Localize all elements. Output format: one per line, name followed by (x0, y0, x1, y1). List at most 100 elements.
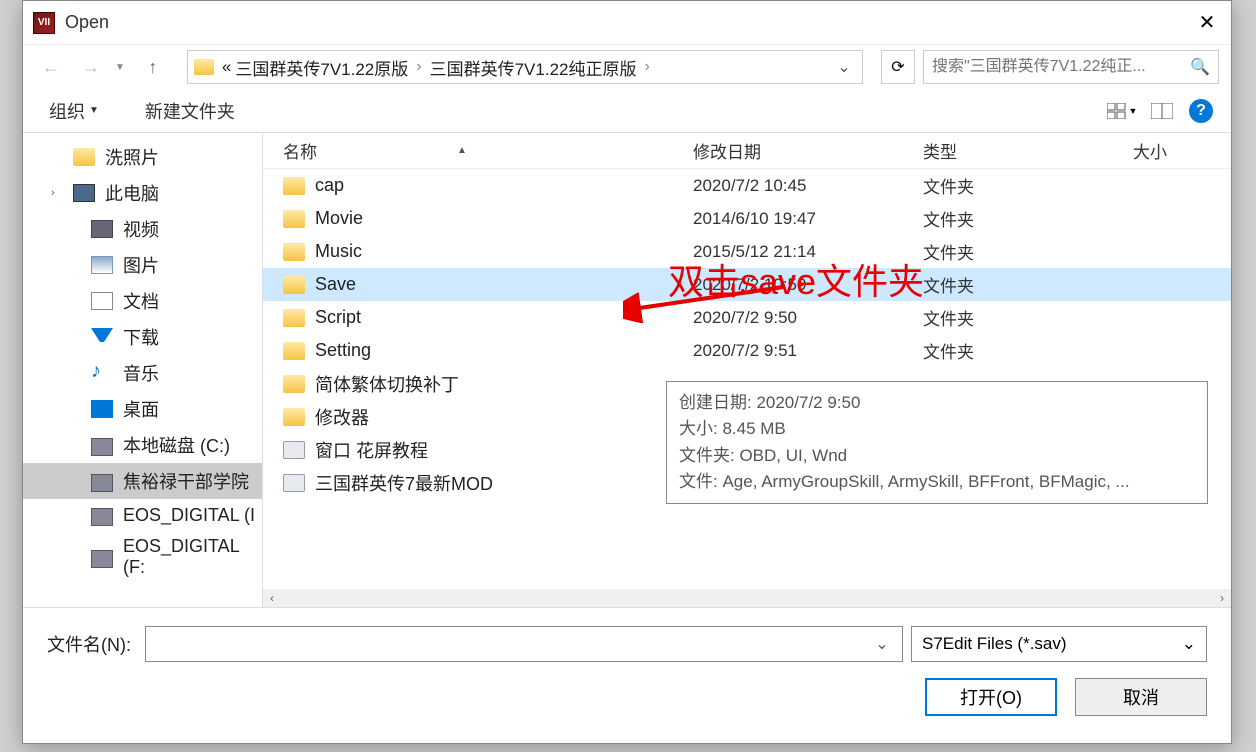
file-name: Setting (315, 340, 693, 361)
disk-icon (91, 438, 113, 456)
column-headers: 名称▲ 修改日期 类型 大小 (263, 133, 1231, 169)
file-date: 2020/7/2 10:45 (693, 176, 923, 196)
file-row[interactable]: Save2020/7/2 10:59文件夹 (263, 268, 1231, 301)
file-type: 文件夹 (923, 173, 1133, 198)
sidebar-item-label: 视频 (123, 216, 159, 242)
address-dropdown[interactable]: ⌄ (832, 57, 856, 77)
breadcrumb-overflow[interactable]: « (220, 55, 233, 79)
column-size[interactable]: 大小 (1133, 138, 1167, 163)
folder-icon (283, 309, 305, 327)
file-name: cap (315, 175, 693, 196)
file-type: 文件夹 (923, 239, 1133, 264)
search-box[interactable]: 🔍 (923, 50, 1219, 84)
folder-icon (283, 243, 305, 261)
sidebar-item-label: 焦裕禄干部学院 (123, 468, 249, 494)
sidebar-item[interactable]: ♪音乐 (23, 355, 262, 391)
chevron-down-icon[interactable]: ⌄ (870, 634, 894, 654)
breadcrumb-seg-2[interactable]: 三国群英传7V1.22纯正原版 (428, 53, 639, 82)
sidebar-item-label: 洗照片 (105, 144, 159, 170)
dl-icon (91, 328, 113, 346)
file-row[interactable]: Movie2014/6/10 19:47文件夹 (263, 202, 1231, 235)
file-date: 2014/6/10 19:47 (693, 209, 923, 229)
sidebar-item[interactable]: 文档 (23, 283, 262, 319)
file-type: 文件夹 (923, 206, 1133, 231)
folder-icon (194, 59, 214, 75)
desk-icon (91, 400, 113, 418)
sidebar-item-label: 桌面 (123, 396, 159, 422)
refresh-button[interactable]: ⟳ (881, 50, 915, 84)
folder-icon (283, 408, 305, 426)
folder-icon (73, 148, 95, 166)
back-button[interactable]: ← (35, 51, 67, 83)
file-date: 2015/5/12 21:14 (693, 242, 923, 262)
cancel-button[interactable]: 取消 (1075, 678, 1207, 716)
sort-asc-icon: ▲ (457, 145, 467, 156)
chevron-right-icon: › (410, 58, 427, 76)
body-area: 洗照片 ›此电脑视频图片文档下载♪音乐桌面本地磁盘 (C:) 焦裕禄干部学院 EOS_… (23, 133, 1231, 607)
up-button[interactable]: ↑ (137, 51, 169, 83)
new-folder-button[interactable]: 新建文件夹 (137, 94, 243, 128)
column-date[interactable]: 修改日期 (693, 138, 923, 163)
sidebar-item-label: EOS_DIGITAL (I (123, 505, 255, 526)
preview-pane-button[interactable] (1145, 96, 1179, 126)
file-type: 文件夹 (923, 272, 1133, 297)
window-title: Open (65, 12, 1183, 33)
pic-icon (91, 256, 113, 274)
file-row[interactable]: Setting2020/7/2 9:51文件夹 (263, 334, 1231, 367)
help-button[interactable]: ? (1189, 99, 1213, 123)
filename-input[interactable]: ⌄ (145, 626, 903, 662)
search-input[interactable] (932, 58, 1190, 76)
file-type-filter[interactable]: S7Edit Files (*.sav) ⌄ (911, 626, 1207, 662)
file-type: 文件夹 (923, 305, 1133, 330)
column-type[interactable]: 类型 (923, 138, 1133, 163)
breadcrumb-seg-1[interactable]: 三国群英传7V1.22原版 (233, 53, 410, 82)
sidebar-item[interactable]: 图片 (23, 247, 262, 283)
open-button[interactable]: 打开(O) (925, 678, 1057, 716)
file-row[interactable]: cap2020/7/2 10:45文件夹 (263, 169, 1231, 202)
music-icon: ♪ (91, 364, 113, 382)
file-name: Script (315, 307, 693, 328)
bottom-panel: 文件名(N): ⌄ S7Edit Files (*.sav) ⌄ 打开(O) 取… (23, 607, 1231, 734)
organize-menu[interactable]: 组织▼ (41, 94, 107, 128)
disk-icon (91, 508, 113, 526)
file-name: Music (315, 241, 693, 262)
sidebar-item[interactable]: 桌面 (23, 391, 262, 427)
file-list-area: 名称▲ 修改日期 类型 大小 cap2020/7/2 10:45文件夹Movie… (263, 133, 1231, 607)
sidebar-item[interactable]: EOS_DIGITAL (F: (23, 531, 262, 583)
column-name[interactable]: 名称▲ (283, 138, 693, 163)
sidebar-item[interactable]: 本地磁盘 (C:) (23, 427, 262, 463)
file-row[interactable]: Music2015/5/12 21:14文件夹 (263, 235, 1231, 268)
expand-icon: › (51, 187, 55, 199)
app-icon: VII (33, 12, 55, 34)
folder-icon (283, 342, 305, 360)
sidebar-item[interactable]: ›此电脑 (23, 175, 262, 211)
sidebar-item[interactable]: EOS_DIGITAL (I (23, 499, 262, 531)
disk-icon (91, 550, 113, 568)
view-options-button[interactable]: ▼ (1105, 96, 1139, 126)
folder-icon (283, 177, 305, 195)
filename-row: 文件名(N): ⌄ S7Edit Files (*.sav) ⌄ (47, 626, 1207, 662)
scroll-right-icon: › (1213, 591, 1231, 605)
sidebar-item-label: EOS_DIGITAL (F: (123, 536, 262, 578)
sidebar-item-label: 本地磁盘 (C:) (123, 432, 230, 458)
sidebar-item[interactable]: 洗照片 (23, 139, 262, 175)
refresh-icon: ⟳ (891, 57, 904, 77)
view-list-icon (1107, 103, 1127, 119)
sidebar-item[interactable]: 焦裕禄干部学院 (23, 463, 262, 499)
address-bar[interactable]: « 三国群英传7V1.22原版 › 三国群英传7V1.22纯正原版 › ⌄ (187, 50, 863, 84)
horizontal-scrollbar[interactable]: ‹ › (263, 589, 1231, 607)
forward-button[interactable]: → (75, 51, 107, 83)
sidebar-item[interactable]: 视频 (23, 211, 262, 247)
chevron-down-icon: ⌄ (1182, 634, 1196, 654)
history-dropdown[interactable]: ▼ (115, 62, 125, 73)
file-name: 窗口 花屏教程 (315, 437, 693, 463)
sidebar-item-label: 文档 (123, 288, 159, 314)
file-row[interactable]: Script2020/7/2 9:50文件夹 (263, 301, 1231, 334)
close-button[interactable]: ✕ (1183, 1, 1231, 45)
sidebar: 洗照片 ›此电脑视频图片文档下载♪音乐桌面本地磁盘 (C:) 焦裕禄干部学院 EOS_… (23, 133, 263, 607)
file-name: 简体繁体切换补丁 (315, 371, 693, 397)
button-row: 打开(O) 取消 (47, 678, 1207, 716)
folder-icon (283, 210, 305, 228)
sidebar-item[interactable]: 下载 (23, 319, 262, 355)
disk-icon (91, 474, 113, 492)
